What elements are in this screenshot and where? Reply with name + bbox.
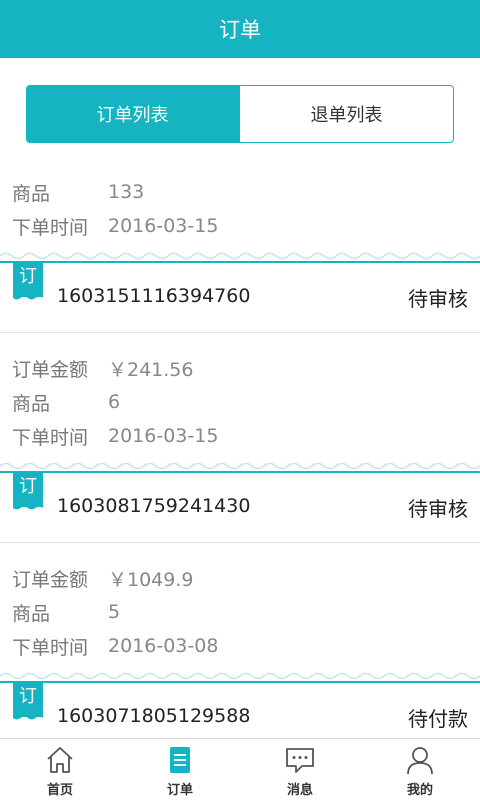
nav-label: 订单: [166, 783, 193, 798]
page-title: 订单: [219, 18, 261, 42]
nav-home[interactable]: 首页: [0, 739, 120, 800]
order-row: 下单时间 2016-03-15: [12, 209, 468, 243]
order-row: 下单时间 2016-03-15: [12, 419, 468, 453]
wavy-divider: [0, 453, 480, 471]
order-tag-icon: 订: [13, 263, 43, 300]
order-number: 1603081759241430: [57, 495, 251, 517]
order-row: 商品 5: [12, 595, 468, 629]
nav-label: 我的: [406, 783, 433, 798]
nav-orders[interactable]: 订单: [120, 739, 240, 800]
nav-label: 首页: [46, 783, 73, 798]
order-tag-icon: 订: [13, 683, 43, 720]
tag-text: 订: [19, 266, 37, 287]
app-header: 订单: [0, 0, 480, 58]
order-row: 商品 133: [12, 175, 468, 209]
row-value: 6: [108, 391, 121, 413]
order-status: 待付款: [408, 707, 468, 731]
order-card-body[interactable]: 订单金额 ￥241.56 商品 6 下单时间 2016-03-15: [0, 333, 480, 453]
row-value: 2016-03-08: [108, 635, 219, 657]
order-status: 待审核: [408, 287, 468, 311]
row-label: 商品: [12, 392, 51, 415]
order-row: 下单时间 2016-03-08: [12, 629, 468, 663]
row-value: ￥241.56: [108, 358, 194, 381]
nav-messages[interactable]: 消息: [240, 739, 360, 800]
row-label: 下单时间: [12, 636, 89, 659]
message-icon: [286, 748, 314, 773]
row-label: 订单金额: [12, 358, 89, 381]
tabs-area: 订单列表 退单列表: [0, 58, 480, 163]
tag-text: 订: [19, 686, 37, 707]
order-row: 商品 6: [12, 385, 468, 419]
row-label: 商品: [12, 602, 51, 625]
row-label: 订单金额: [12, 568, 89, 591]
row-value: 2016-03-15: [108, 425, 219, 447]
order-status: 待审核: [408, 497, 468, 521]
row-label: 商品: [12, 182, 51, 205]
order-header[interactable]: 订 1603071805129588 待付款: [0, 681, 480, 738]
order-header[interactable]: 订 1603151116394760 待审核: [0, 261, 480, 333]
row-value: 5: [108, 601, 121, 623]
wavy-divider: [0, 243, 480, 261]
bottom-nav: 首页 订单 消息 我的: [0, 738, 480, 800]
nav-label: 消息: [286, 783, 313, 798]
row-value: 2016-03-15: [108, 215, 219, 237]
row-label: 下单时间: [12, 426, 89, 449]
order-list-icon: [170, 747, 190, 773]
row-value: ￥1049.9: [108, 568, 194, 591]
order-list[interactable]: 商品 133 下单时间 2016-03-15 订 160315111639476…: [0, 163, 480, 738]
order-number: 1603151116394760: [57, 285, 251, 307]
order-row: 订单金额 ￥241.56: [12, 351, 468, 385]
order-card-body[interactable]: 订单金额 ￥1049.9 商品 5 下单时间 2016-03-08: [0, 543, 480, 663]
tag-text: 订: [19, 476, 37, 497]
tab-switcher: 订单列表 退单列表: [26, 85, 454, 143]
row-label: 下单时间: [12, 216, 89, 239]
order-number: 1603071805129588: [57, 705, 251, 727]
order-header[interactable]: 订 1603081759241430 待审核: [0, 471, 480, 543]
wavy-divider: [0, 663, 480, 681]
nav-profile[interactable]: 我的: [360, 739, 480, 800]
home-icon: [47, 747, 73, 773]
order-row: 订单金额 ￥1049.9: [12, 561, 468, 595]
order-card-partial[interactable]: 商品 133 下单时间 2016-03-15: [0, 163, 480, 243]
row-value: 133: [108, 181, 145, 203]
tab-refund-list[interactable]: 退单列表: [239, 85, 454, 143]
user-icon: [407, 747, 433, 775]
tab-order-list[interactable]: 订单列表: [26, 85, 239, 143]
order-tag-icon: 订: [13, 473, 43, 510]
